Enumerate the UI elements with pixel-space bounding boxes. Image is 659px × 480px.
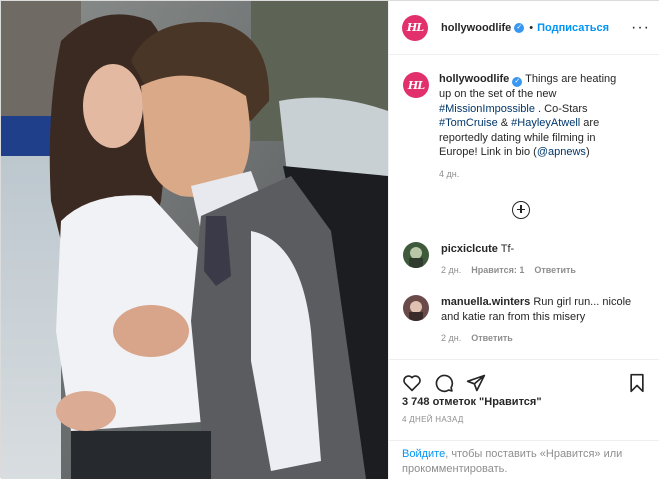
separator-dot: • [529, 21, 534, 34]
comment-time[interactable]: 2 дн. [441, 265, 461, 275]
follow-button[interactable]: Подписаться [537, 22, 609, 34]
post-header: HL hollywoodlife ✓ • Подписаться ··· [389, 1, 659, 55]
comment-icon[interactable] [433, 372, 455, 394]
action-icons [389, 360, 659, 396]
caption-username[interactable]: hollywoodlife [439, 73, 509, 85]
share-icon[interactable] [465, 372, 487, 394]
caption-segment: ) [585, 146, 590, 158]
reply-button[interactable]: Ответить [534, 265, 576, 275]
hashtag-link[interactable]: #HayleyAtwell [511, 117, 580, 129]
account-avatar[interactable]: HL [402, 14, 428, 41]
hashtag-link[interactable]: #MissionImpossible [439, 103, 535, 115]
comment-meta: 2 дн. Нравится: 1 Ответить [441, 265, 633, 275]
verified-badge-icon: ✓ [512, 77, 523, 87]
comment-likes[interactable]: Нравится: 1 [471, 265, 524, 275]
comments-area[interactable]: HL hollywoodlife ✓ Things are heating up … [389, 56, 659, 359]
verified-badge-icon: ✓ [514, 22, 525, 33]
comment-time[interactable]: 2 дн. [441, 333, 461, 343]
post-caption: HL hollywoodlife ✓ Things are heating up … [403, 72, 648, 179]
comment-text: manuella.winters Run girl run... nicole … [441, 295, 633, 324]
post-date[interactable]: 4 ДНЕЙ НАЗАД [389, 415, 659, 424]
heart-icon[interactable] [401, 372, 423, 394]
comment-text: picxiclcute Tf- [441, 242, 633, 257]
bookmark-icon[interactable] [626, 372, 648, 394]
more-horizontal-icon[interactable]: ··· [631, 19, 650, 37]
hashtag-link[interactable]: @apnews [537, 146, 586, 158]
comment-body: Tf- [500, 242, 515, 255]
caption-time[interactable]: 4 дн. [439, 169, 621, 179]
caption-body: Things are heating up on the set of the … [439, 73, 616, 158]
login-link[interactable]: Войдите [402, 448, 445, 460]
commenter-username[interactable]: picxiclcute [441, 243, 498, 255]
caption-segment: . Co-Stars [534, 102, 588, 115]
caption-segment: & [497, 117, 512, 129]
commenter-avatar[interactable] [403, 241, 429, 268]
login-prompt: Войдите, чтобы поставить «Нравится» или … [389, 440, 659, 480]
comment-item: picxiclcute Tf- 2 дн. Нравится: 1 Ответи… [403, 241, 648, 275]
post-side-panel: HL hollywoodlife ✓ • Подписаться ··· HL … [388, 1, 659, 479]
commenter-avatar[interactable] [403, 295, 429, 321]
post-photo[interactable] [1, 1, 388, 479]
commenter-username[interactable]: manuella.winters [441, 296, 530, 308]
reply-button[interactable]: Ответить [471, 333, 513, 343]
account-username[interactable]: hollywoodlife [441, 22, 511, 34]
hashtag-link[interactable]: #TomCruise [439, 117, 498, 129]
caption-avatar[interactable]: HL [403, 72, 429, 98]
post-actions: 3 748 отметок "Нравится" 4 ДНЕЙ НАЗАД Во… [389, 359, 659, 479]
likes-count[interactable]: 3 748 отметок "Нравится" [389, 396, 659, 408]
comment-item: manuella.winters Run girl run... nicole … [403, 295, 648, 343]
caption-text: hollywoodlife ✓ Things are heating up on … [439, 72, 621, 160]
plus-circle-icon[interactable] [512, 200, 530, 219]
comment-meta: 2 дн. Ответить [441, 333, 633, 343]
instagram-post-window: HL hollywoodlife ✓ • Подписаться ··· HL … [0, 0, 659, 479]
